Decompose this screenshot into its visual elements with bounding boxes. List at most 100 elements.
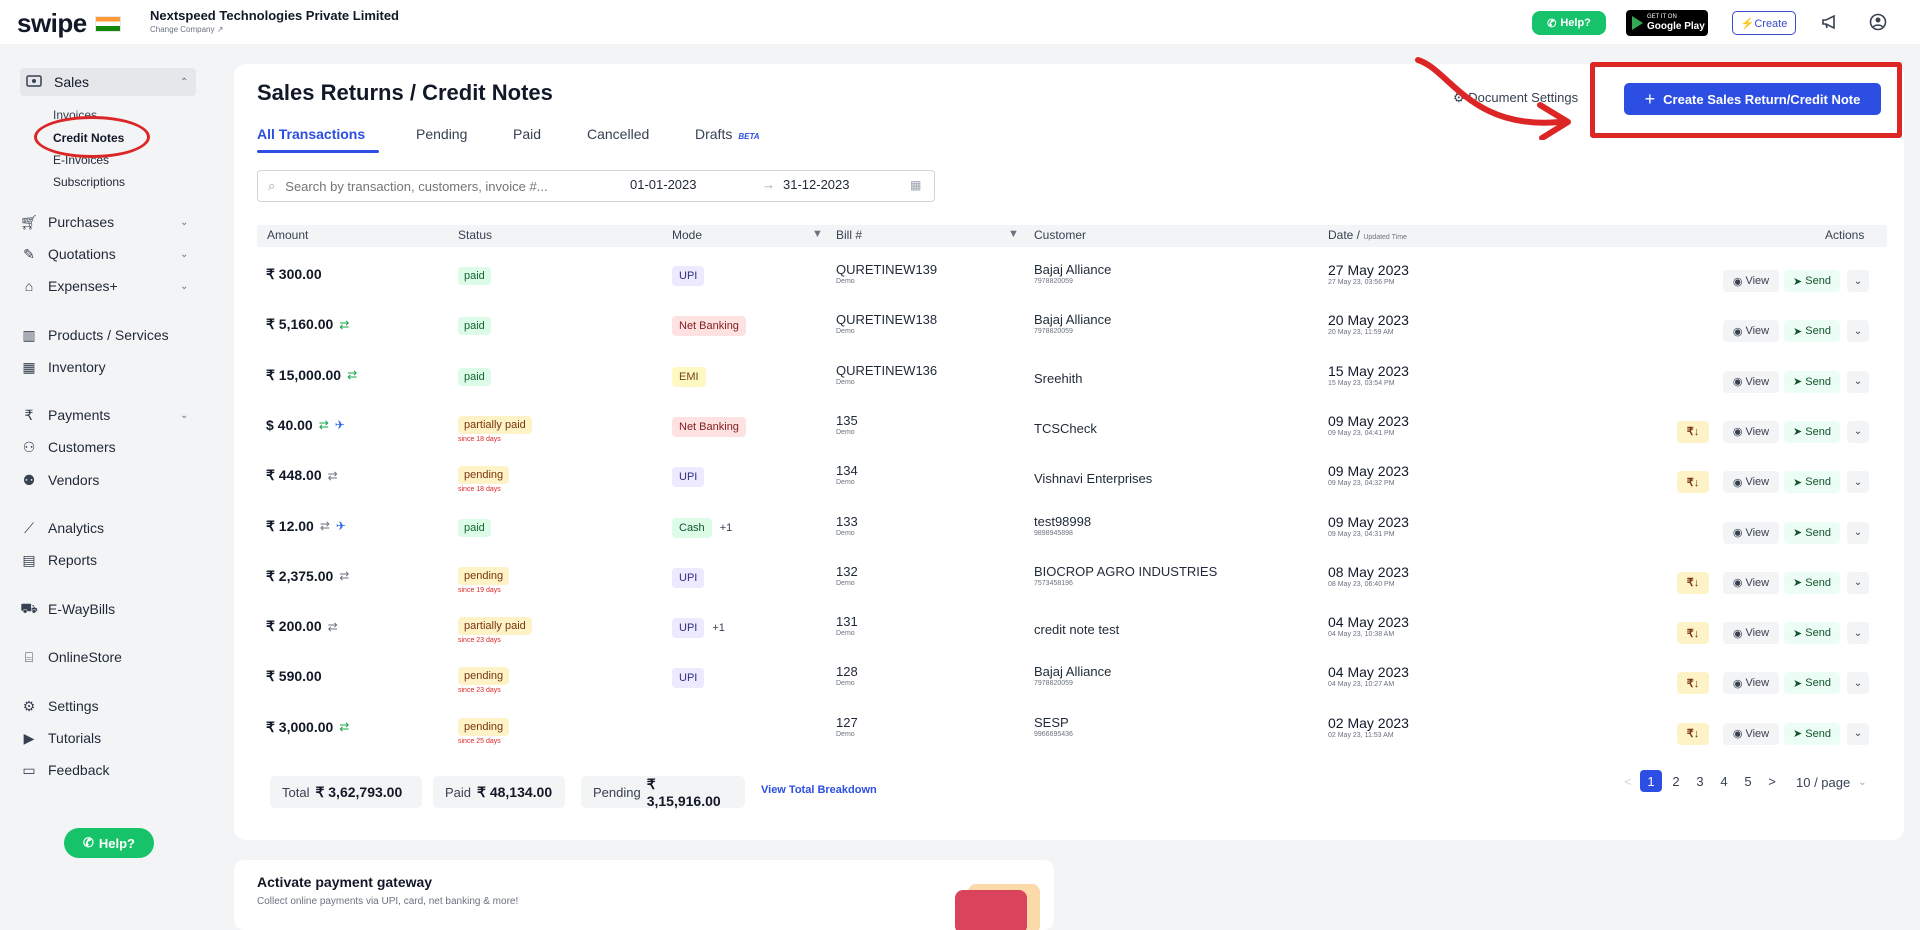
sidebar-item-analytics[interactable]: ⟋ Analytics — [20, 515, 104, 541]
help-button[interactable]: ✆ Help? — [1532, 11, 1606, 35]
more-actions-chevron-icon[interactable]: ⌄ — [1847, 320, 1869, 343]
column-header-mode[interactable]: Mode — [672, 228, 702, 242]
bill-cell[interactable]: QURETINEW138 Demo — [836, 312, 937, 335]
column-header-date[interactable]: Date / Updated Time — [1328, 228, 1407, 242]
more-actions-chevron-icon[interactable]: ⌄ — [1847, 672, 1869, 695]
user-profile-icon[interactable] — [1868, 12, 1888, 32]
sidebar-item-products-services[interactable]: ▥ Products / Services — [20, 322, 168, 348]
sidebar-item-feedback[interactable]: ▭ Feedback — [20, 757, 109, 783]
more-actions-chevron-icon[interactable]: ⌄ — [1847, 571, 1869, 594]
table-row[interactable]: ₹ 5,160.00 ⇄ paid Net Banking QURETINEW138 De… — [257, 308, 1887, 358]
page-3-button[interactable]: 3 — [1689, 770, 1711, 792]
send-button[interactable]: ➤ Send — [1784, 722, 1840, 745]
filter-icon[interactable]: ▼ — [1008, 228, 1019, 240]
record-payment-button[interactable]: ₹↓ — [1677, 622, 1709, 645]
tab-paid[interactable]: Paid — [513, 126, 541, 142]
date-to-input[interactable]: 31-12-2023 — [783, 177, 850, 192]
tab-pending[interactable]: Pending — [416, 126, 467, 142]
change-company-link[interactable]: Change Company ↗ — [150, 25, 399, 34]
table-row[interactable]: $ 40.00 ⇄ ✈ partially paid since 18 days Net … — [257, 409, 1887, 459]
sidebar-item-purchases[interactable]: 🛒︎ Purchases ⌄ — [20, 209, 188, 235]
view-button[interactable]: ◉ View — [1723, 521, 1779, 544]
table-row[interactable]: ₹ 12.00 ⇄ ✈ paid Cash +1 133 Demo test98998 98989… — [257, 510, 1887, 560]
column-header-customer[interactable]: Customer — [1034, 228, 1086, 242]
tab-cancelled[interactable]: Cancelled — [587, 126, 649, 142]
view-button[interactable]: ◉ View — [1723, 672, 1779, 695]
tab-all-transactions[interactable]: All Transactions — [257, 126, 365, 142]
sidebar-item-sales[interactable]: Sales ⌃ — [20, 68, 196, 96]
sidebar-item-customers[interactable]: ⚇ Customers — [20, 434, 116, 460]
send-button[interactable]: ➤ Send — [1784, 521, 1840, 544]
table-row[interactable]: ₹ 200.00 ⇄ partially paid since 23 days UPI +… — [257, 610, 1887, 660]
more-actions-chevron-icon[interactable]: ⌄ — [1847, 370, 1869, 393]
sidebar-item-e-waybills[interactable]: ⛟ E-WayBills — [20, 596, 115, 622]
more-actions-chevron-icon[interactable]: ⌄ — [1847, 420, 1869, 443]
sidebar-item-tutorials[interactable]: ▶ Tutorials — [20, 725, 102, 751]
payment-gateway-card[interactable] — [234, 860, 1054, 930]
customer-cell[interactable]: Bajaj Alliance 7978820059 — [1034, 262, 1111, 285]
company-switcher[interactable]: Nextspeed Technologies Private Limited C… — [150, 8, 399, 34]
sidebar-item-inventory[interactable]: ▦ Inventory — [20, 354, 105, 380]
record-payment-button[interactable]: ₹↓ — [1677, 420, 1709, 443]
table-row[interactable]: ₹ 3,000.00 ⇄ pending since 25 days 127 Demo SE… — [257, 711, 1887, 761]
google-play-badge[interactable]: GET IT ON Google Play — [1626, 10, 1708, 36]
sidebar-item-quotations[interactable]: ✎ Quotations ⌄ — [20, 241, 188, 267]
record-payment-button[interactable]: ₹↓ — [1677, 571, 1709, 594]
more-actions-chevron-icon[interactable]: ⌄ — [1847, 471, 1869, 494]
sidebar-item-onlinestore[interactable]: ⌸ OnlineStore — [20, 644, 122, 670]
bill-cell[interactable]: 132 Demo — [836, 564, 858, 587]
next-page-button[interactable]: > — [1761, 770, 1783, 792]
table-row[interactable]: ₹ 448.00 ⇄ pending since 18 days UPI 134 Demo V… — [257, 459, 1887, 509]
bill-cell[interactable]: 134 Demo — [836, 463, 858, 486]
page-1-button[interactable]: 1 — [1640, 770, 1662, 792]
page-4-button[interactable]: 4 — [1713, 770, 1735, 792]
more-actions-chevron-icon[interactable]: ⌄ — [1847, 622, 1869, 645]
extra-modes[interactable]: +1 — [720, 522, 733, 534]
table-row[interactable]: ₹ 15,000.00 ⇄ paid EMI QURETINEW136 Demo Sreeh… — [257, 359, 1887, 409]
view-button[interactable]: ◉ View — [1723, 270, 1779, 292]
date-from-input[interactable]: 01-01-2023 — [630, 177, 697, 192]
more-actions-chevron-icon[interactable]: ⌄ — [1847, 722, 1869, 745]
send-button[interactable]: ➤ Send — [1784, 672, 1840, 695]
send-button[interactable]: ➤ Send — [1784, 471, 1840, 494]
customer-cell[interactable]: test98998 9898945898 — [1034, 514, 1091, 537]
send-button[interactable]: ➤ Send — [1784, 270, 1840, 292]
sidebar-item-expenses[interactable]: ⌂ Expenses+ ⌄ — [20, 273, 189, 299]
customer-cell[interactable]: BIOCROP AGRO INDUSTRIES 7573458196 — [1034, 564, 1217, 587]
sidebar-item-subscriptions[interactable]: Subscriptions — [53, 175, 125, 189]
more-actions-chevron-icon[interactable]: ⌄ — [1847, 521, 1869, 544]
bill-cell[interactable]: 133 Demo — [836, 514, 858, 537]
sidebar-item-settings[interactable]: ⚙ Settings — [20, 693, 99, 719]
record-payment-button[interactable]: ₹↓ — [1677, 672, 1709, 695]
prev-page-button[interactable]: < — [1617, 770, 1639, 792]
swipe-logo[interactable]: swipe — [17, 8, 121, 39]
page-5-button[interactable]: 5 — [1737, 770, 1759, 792]
table-row[interactable]: ₹ 2,375.00 ⇄ pending since 19 days UPI 132 Dem… — [257, 560, 1887, 610]
customer-cell[interactable]: TCSCheck — [1034, 421, 1097, 436]
sidebar-item-payments[interactable]: ₹ Payments ⌄ — [20, 402, 189, 428]
bill-cell[interactable]: 135 Demo — [836, 413, 858, 436]
calendar-icon[interactable]: ▦ — [910, 178, 921, 192]
view-button[interactable]: ◉ View — [1723, 471, 1779, 494]
record-payment-button[interactable]: ₹↓ — [1677, 722, 1709, 745]
view-button[interactable]: ◉ View — [1723, 622, 1779, 645]
send-button[interactable]: ➤ Send — [1784, 370, 1840, 393]
customer-cell[interactable]: Bajaj Alliance 7978820059 — [1034, 312, 1111, 335]
view-button[interactable]: ◉ View — [1723, 571, 1779, 594]
create-credit-note-button[interactable]: + Create Sales Return/Credit Note — [1624, 83, 1881, 115]
view-button[interactable]: ◉ View — [1723, 722, 1779, 745]
megaphone-icon[interactable] — [1820, 12, 1840, 32]
table-row[interactable]: ₹ 300.00 paid UPI QURETINEW139 Demo Bajaj All… — [257, 258, 1887, 308]
send-button[interactable]: ➤ Send — [1784, 420, 1840, 443]
customer-cell[interactable]: Vishnavi Enterprises — [1034, 471, 1152, 486]
column-header-amount[interactable]: Amount — [267, 228, 308, 242]
sidebar-item-reports[interactable]: ▤ Reports — [20, 547, 97, 573]
page-2-button[interactable]: 2 — [1665, 770, 1687, 792]
view-button[interactable]: ◉ View — [1723, 420, 1779, 443]
bill-cell[interactable]: QURETINEW136 Demo — [836, 363, 937, 386]
bill-cell[interactable]: 131 Demo — [836, 614, 858, 637]
column-header-bill[interactable]: Bill # — [836, 228, 862, 242]
search-input[interactable] — [285, 178, 586, 194]
create-button[interactable]: ⚡Create — [1732, 11, 1796, 35]
extra-modes[interactable]: +1 — [712, 622, 725, 634]
